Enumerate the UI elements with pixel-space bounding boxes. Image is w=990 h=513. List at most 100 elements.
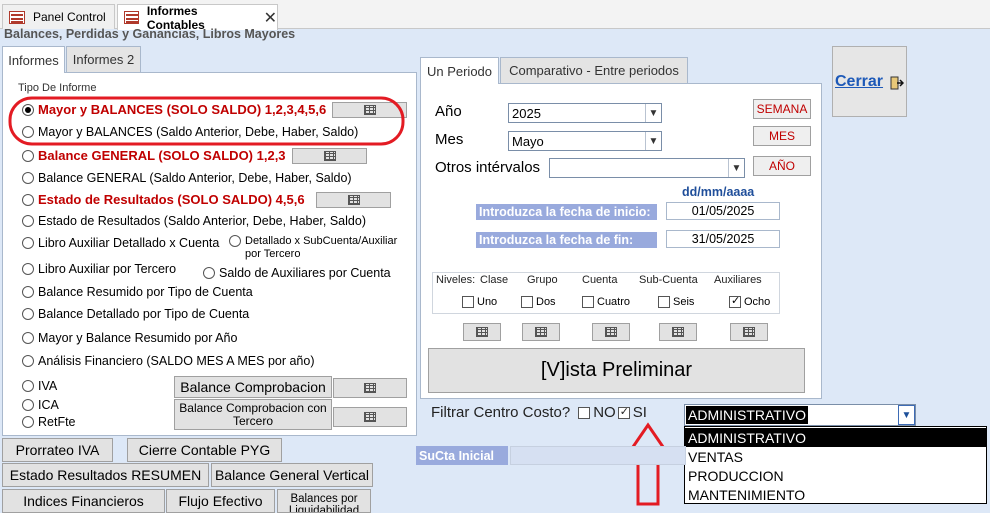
filtro-no-checkbox[interactable] xyxy=(578,406,591,419)
form-icon xyxy=(9,10,25,24)
filtro-centro-costo: Filtrar Centro Costo? NO SI xyxy=(431,404,647,421)
nivel-checkbox-uno[interactable]: Uno xyxy=(462,296,497,308)
otros-intervalos-select[interactable]: ▼ xyxy=(549,158,745,178)
option-label-second-line: por Tercero xyxy=(245,248,301,260)
grid-button-balance-comprobacion[interactable] xyxy=(333,378,407,398)
cierre-contable-button[interactable]: Cierre Contable PYG xyxy=(127,438,282,462)
option-estado-resultados-saldo-anterior[interactable]: Estado de Resultados (Saldo Anterior, De… xyxy=(22,214,366,228)
mes-button[interactable]: MES xyxy=(753,126,811,146)
option-label: Balance Detallado por Tipo de Cuenta xyxy=(38,307,250,321)
grid-button-nivel-dos[interactable] xyxy=(522,323,560,341)
filtro-si-label: SI xyxy=(632,404,647,421)
radio-icon xyxy=(22,416,34,428)
flujo-efectivo-button[interactable]: Flujo Efectivo xyxy=(166,489,275,513)
option-estado-resultados-solo-saldo[interactable]: Estado de Resultados (SOLO SALDO) 4,5,6 xyxy=(22,192,305,207)
option-mayor-resumido-anio[interactable]: Mayor y Balance Resumido por Año xyxy=(22,331,237,345)
sucta-inicial-input[interactable] xyxy=(510,446,686,465)
option-balance-resumido[interactable]: Balance Resumido por Tipo de Cuenta xyxy=(22,285,253,299)
option-label: Estado de Resultados (Saldo Anterior, De… xyxy=(38,214,366,228)
option-label: Libro Auxiliar por Tercero xyxy=(38,262,177,276)
option-balance-general-solo-saldo[interactable]: Balance GENERAL (SOLO SALDO) 1,2,3 xyxy=(22,148,286,163)
sucta-inicial-label: SuCta Inicial xyxy=(416,446,508,465)
nivel-header-subcuenta: Sub-Cuenta xyxy=(639,274,698,286)
prorrateo-iva-button[interactable]: Prorrateo IVA xyxy=(2,438,113,462)
nivel-label: Cuatro xyxy=(597,296,631,308)
chevron-down-icon[interactable]: ▼ xyxy=(645,132,661,150)
checkbox-icon xyxy=(582,296,594,308)
radio-icon xyxy=(22,332,34,344)
option-ica[interactable]: ICA xyxy=(22,398,59,412)
balances-liquidabilidad-button[interactable]: Balances por Liquidabilidad xyxy=(277,489,371,513)
mes-select[interactable]: Mayo ▼ xyxy=(508,131,662,151)
grid-button-nivel-ocho[interactable] xyxy=(730,323,768,341)
nivel-header-clase: Clase xyxy=(480,274,509,286)
radio-icon xyxy=(22,286,34,298)
tab-label: Panel Control xyxy=(33,10,106,24)
option-label: Balance GENERAL (SOLO SALDO) 1,2,3 xyxy=(38,148,286,163)
indices-financieros-button[interactable]: Indices Financieros xyxy=(2,489,165,513)
radio-icon xyxy=(229,235,241,247)
grid-icon xyxy=(476,327,488,337)
close-icon[interactable]: ✕ xyxy=(264,8,277,28)
grid-button-balance-tercero[interactable] xyxy=(333,407,407,427)
option-balance-general-saldo-anterior[interactable]: Balance GENERAL (Saldo Anterior, Debe, H… xyxy=(22,171,352,185)
option-analisis-financiero[interactable]: Análisis Financiero (SALDO MES A MES por… xyxy=(22,354,315,368)
tab-comparativo[interactable]: Comparativo - Entre periodos xyxy=(500,57,688,83)
option-libro-auxiliar-tercero[interactable]: Libro Auxiliar por Tercero xyxy=(22,262,176,276)
radio-icon xyxy=(22,193,34,206)
option-saldo-auxiliares[interactable]: Saldo de Auxiliares por Cuenta xyxy=(203,266,391,280)
grid-icon xyxy=(605,327,617,337)
radio-icon xyxy=(22,149,34,162)
cerrar-label: Cerrar xyxy=(835,73,884,90)
balance-comprobacion-tercero-button[interactable]: Balance Comprobacion con Tercero xyxy=(174,399,332,430)
option-balance-detallado[interactable]: Balance Detallado por Tipo de Cuenta xyxy=(22,307,249,321)
dropdown-option[interactable]: MANTENIMIENTO xyxy=(685,485,986,504)
centro-costo-select[interactable]: ADMINISTRATIVO ▼ xyxy=(684,404,916,426)
nivel-checkbox-ocho[interactable]: Ocho xyxy=(729,294,770,308)
grid-button-balance-general[interactable] xyxy=(292,148,367,164)
checkbox-checked-icon xyxy=(729,294,741,308)
radio-icon xyxy=(22,355,34,367)
anio-button[interactable]: AÑO xyxy=(753,156,811,176)
balance-comprobacion-button[interactable]: Balance Comprobacion xyxy=(174,376,332,398)
tab-informes[interactable]: Informes xyxy=(2,46,65,73)
nivel-checkbox-dos[interactable]: Dos xyxy=(521,296,556,308)
balance-general-vertical-button[interactable]: Balance General Vertical xyxy=(211,463,373,487)
option-label-multiline: Detallado x SubCuenta/Auxiliar por Tercer… xyxy=(245,235,397,261)
grid-icon xyxy=(364,412,376,422)
semana-button[interactable]: SEMANA xyxy=(753,99,811,119)
nivel-checkbox-cuatro[interactable]: Cuatro xyxy=(582,296,630,308)
grid-button-nivel-cuatro[interactable] xyxy=(592,323,630,341)
tab-un-periodo[interactable]: Un Periodo xyxy=(420,57,499,84)
nivel-label: Dos xyxy=(536,296,556,308)
fecha-fin-input[interactable]: 31/05/2025 xyxy=(666,230,780,248)
grid-button-nivel-seis[interactable] xyxy=(659,323,697,341)
cerrar-button[interactable]: Cerrar xyxy=(832,46,907,117)
option-libro-auxiliar-detallado[interactable]: Libro Auxiliar Detallado x Cuenta xyxy=(22,236,219,250)
option-label: Detallado x SubCuenta/Auxiliar xyxy=(245,235,398,247)
chevron-down-icon[interactable]: ▼ xyxy=(728,159,744,177)
fecha-inicio-input[interactable]: 01/05/2025 xyxy=(666,202,780,220)
tab-informes-2[interactable]: Informes 2 xyxy=(66,46,141,72)
dropdown-option[interactable]: VENTAS xyxy=(685,447,986,466)
option-iva[interactable]: IVA xyxy=(22,379,57,393)
vista-preliminar-button[interactable]: [V]ista Preliminar xyxy=(428,348,805,393)
grid-button-nivel-uno[interactable] xyxy=(463,323,501,341)
option-label: Saldo de Auxiliares por Cuenta xyxy=(219,266,391,280)
option-label: Estado de Resultados (SOLO SALDO) 4,5,6 xyxy=(38,192,305,207)
nivel-checkbox-seis[interactable]: Seis xyxy=(658,296,694,308)
grid-button-estado-resultados[interactable] xyxy=(316,192,391,208)
option-detallado-subcuenta[interactable]: Detallado x SubCuenta/Auxiliar por Tercer… xyxy=(229,235,397,261)
anio-select[interactable]: 2025 ▼ xyxy=(508,103,662,123)
radio-icon xyxy=(22,380,34,392)
chevron-down-icon[interactable]: ▼ xyxy=(645,104,661,122)
grid-icon xyxy=(535,327,547,337)
option-label: Mayor y Balance Resumido por Año xyxy=(38,331,238,345)
tab-panel-control[interactable]: Panel Control xyxy=(2,4,115,29)
chevron-down-icon[interactable]: ▼ xyxy=(898,405,915,425)
estado-resultados-resumen-button[interactable]: Estado Resultados RESUMEN xyxy=(2,463,209,487)
option-retfte[interactable]: RetFte xyxy=(22,415,76,429)
dropdown-option[interactable]: PRODUCCION xyxy=(685,466,986,485)
dropdown-option[interactable]: ADMINISTRATIVO xyxy=(685,428,986,447)
filtro-si-checkbox[interactable] xyxy=(617,405,630,419)
